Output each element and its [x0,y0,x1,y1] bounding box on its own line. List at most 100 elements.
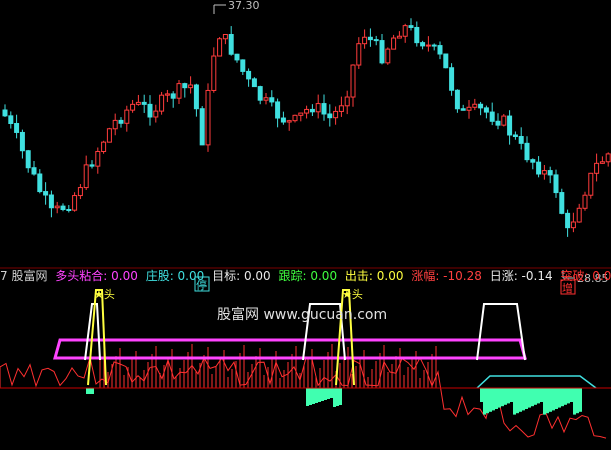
negative-bar [516,388,519,414]
negative-bar [546,388,549,414]
negative-bar [513,388,516,415]
negative-bar [504,388,507,405]
candle-body [327,113,333,119]
negative-bar [315,388,318,403]
candle-body [373,39,379,42]
candle-body [478,103,484,109]
candle-body [576,207,582,223]
candle-body [286,120,292,123]
negative-bar [528,388,531,408]
candle-body [437,45,443,55]
candle-body [431,44,437,47]
negative-bar [543,388,546,415]
candle-body [495,120,501,126]
candlestick-series [2,18,611,237]
candle-body [72,195,78,211]
candle-body [263,97,269,101]
candle-body [240,59,246,72]
candle-body [530,159,536,163]
high-price-label: 37.30 [228,0,260,12]
candle-body [188,84,194,89]
candle-body [599,161,605,164]
candle-body [257,86,263,101]
candle-body [559,192,565,214]
zhuang-shape [476,375,597,389]
candle-body [315,103,321,113]
negative-bar [549,388,552,412]
candle-body [309,108,315,113]
indicator-mubiao: 目标: 0.00 [212,269,271,283]
negative-bar [501,388,504,407]
candle-body [512,134,518,138]
candle-body [77,187,83,197]
candle-body [135,101,141,105]
candle-body [367,36,373,41]
negative-bar [507,388,510,404]
candle-body [420,42,426,47]
candle-body [222,34,228,40]
candle-body [391,37,397,50]
candle-body [414,26,420,44]
candle-body [338,105,344,112]
candle-body [292,114,298,122]
negative-bar [330,388,333,398]
candle-body [193,84,199,110]
candle-body [489,111,495,122]
negative-bar [339,388,342,405]
negative-bar [576,388,579,414]
candle-body [396,35,402,39]
negative-bar [486,388,489,414]
candle-body [605,153,611,163]
candle-body [379,40,385,64]
negative-bar [318,388,321,402]
candle-body [182,83,188,89]
candle-body [547,170,553,176]
candle-body [449,67,455,91]
candle-body [112,119,118,130]
candle-body [234,53,240,61]
candle-body [25,150,31,169]
candle-body [425,44,431,47]
candle-body [246,70,252,80]
candle-body [443,53,449,69]
candle-body [106,128,112,143]
negative-bar [561,388,564,407]
negative-bar [492,388,495,411]
indicator-zhangfu: 涨幅: -10.28 [411,269,482,283]
candle-body [472,103,478,108]
candle-body [350,64,356,98]
candle-body [460,108,466,111]
candle-body [124,109,130,124]
candle-body [8,115,14,125]
target-shape [476,303,526,361]
negative-bar [86,388,94,394]
candle-body [118,119,124,124]
candle-body [19,131,25,152]
candle-body [280,117,286,123]
candle-body [524,142,530,161]
candle-body [54,205,60,209]
negative-bar [564,388,567,405]
candle-body [402,25,408,37]
indicator-name: 7 股富网 [0,269,48,283]
candle-body [2,109,8,117]
candle-body [385,48,391,64]
negative-bar [522,388,525,411]
negative-bar [552,388,555,411]
negative-bar [573,388,576,415]
candle-body [31,167,37,175]
candle-body [362,36,368,45]
candle-body [37,173,43,193]
candle-body [101,141,107,152]
bull-marker-1: ★头 [94,288,115,301]
indicator-rizhang: 日涨: -0.14 [489,269,553,283]
candle-body [321,103,327,115]
negative-bar [510,388,513,402]
candle-body [43,191,49,196]
negative-bar [579,388,582,412]
negative-bar [312,388,315,404]
negative-bar [309,388,312,405]
negative-bar [327,388,330,399]
negative-bar [321,388,324,401]
candle-body [594,162,600,174]
